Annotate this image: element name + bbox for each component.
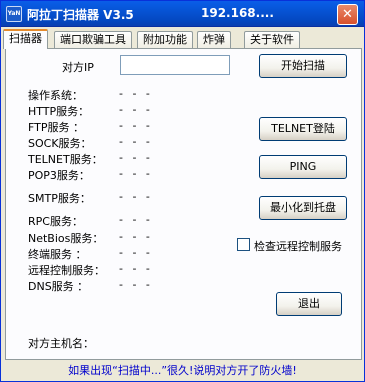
scanner-panel: 对方IP 操作系统： - - - HTTP服务： - - - FTP服务 ： -… [5, 48, 362, 360]
window-title-ip: 192.168.... [201, 6, 274, 20]
telnet-login-button[interactable]: TELNET登陆 [259, 117, 347, 141]
info-label-smtp: SMTP服务： [28, 192, 91, 205]
info-value-remote-control: - - - [119, 262, 153, 275]
info-label-sock: SOCK服务： [28, 137, 92, 150]
info-label-telnet: TELNET服务： [28, 153, 103, 166]
target-ip-label: 对方IP [62, 61, 94, 74]
minimize-to-tray-button[interactable]: 最小化到托盘 [259, 196, 347, 220]
host-name-label: 对方主机名： [28, 337, 94, 350]
tab-about[interactable]: 关于软件 [244, 31, 300, 48]
info-label-dns: DNS服务 ： [28, 280, 89, 293]
info-value-rpc: - - - [119, 213, 153, 226]
close-button[interactable]: ✕ [337, 4, 358, 25]
tab-scanner[interactable]: 扫描器 [3, 29, 48, 49]
info-value-sock: - - - [119, 135, 153, 148]
check-remote-checkbox[interactable] [237, 238, 250, 251]
window-title: 阿拉丁扫描器 V3.5 [27, 8, 134, 22]
tab-extras[interactable]: 附加功能 [137, 31, 193, 48]
check-remote-label[interactable]: 检查远程控制服务 [254, 238, 342, 254]
tab-strip: 扫描器 端口欺骗工具 附加功能 炸弹 关于软件 [3, 29, 364, 49]
start-scan-button[interactable]: 开始扫描 [259, 54, 347, 78]
info-value-ftp: - - - [119, 119, 153, 132]
info-value-terminal: - - - [119, 246, 153, 259]
tab-bomb[interactable]: 炸弹 [197, 31, 231, 48]
info-label-os: 操作系统： [28, 89, 83, 102]
info-value-netbios: - - - [119, 230, 153, 243]
target-ip-input[interactable] [120, 55, 230, 75]
info-label-ftp: FTP服务 ： [28, 121, 84, 134]
info-label-remote-control: 远程控制服务： [28, 264, 105, 277]
info-label-terminal: 终端服务 ： [28, 248, 87, 261]
info-label-netbios: NetBios服务： [28, 232, 104, 245]
app-icon: YaN [6, 6, 22, 22]
info-label-http: HTTP服务： [28, 105, 90, 118]
tab-port-spoof[interactable]: 端口欺骗工具 [54, 31, 132, 48]
info-value-smtp: - - - [119, 190, 153, 203]
info-value-os: - - - [119, 87, 153, 100]
info-label-pop3: POP3服务： [28, 169, 90, 182]
title-bar[interactable]: YaN 阿拉丁扫描器 V3.5 192.168.... ✕ [1, 1, 364, 27]
status-hint: 如果出现“扫描中...”很久!说明对方开了防火墙! [1, 360, 364, 381]
info-value-dns: - - - [119, 278, 153, 291]
app-window: YaN 阿拉丁扫描器 V3.5 192.168.... ✕ 扫描器 端口欺骗工具… [0, 0, 365, 382]
info-value-telnet: - - - [119, 151, 153, 164]
info-value-pop3: - - - [119, 167, 153, 180]
exit-button[interactable]: 退出 [276, 292, 342, 316]
ping-button[interactable]: PING [259, 155, 347, 179]
info-label-rpc: RPC服务： [28, 215, 83, 228]
info-value-http: - - - [119, 103, 153, 116]
